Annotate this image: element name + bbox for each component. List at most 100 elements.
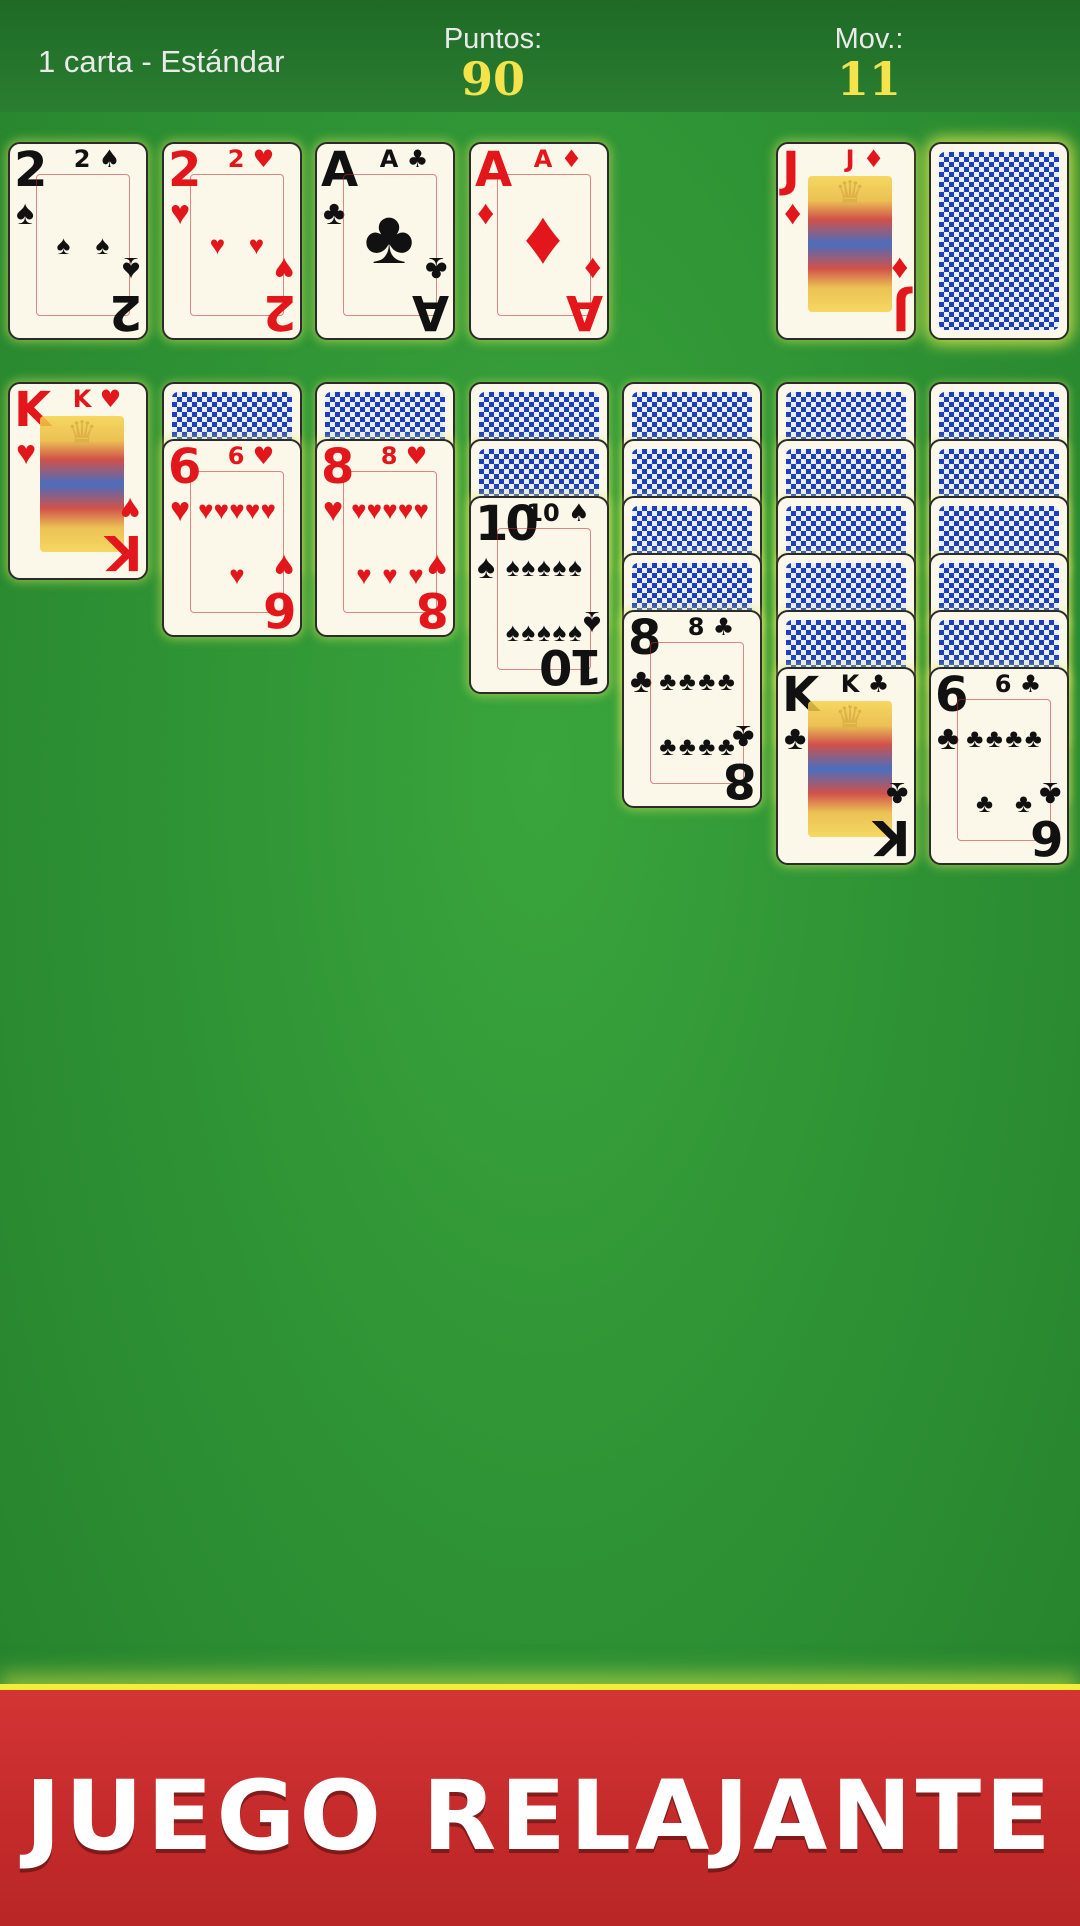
card-rank-bottom: 10 [542,638,603,694]
card-suit-icon: ♣ [784,719,807,757]
promo-banner: JUEGO RELAJANTE [0,1684,1080,1926]
card-corner-label: A ♦ [533,145,583,173]
card-suit-icon: ♠ [477,548,496,586]
foundation-card[interactable]: A ♣ A ♣ ♣ A ♣ [315,142,455,340]
pip-icon: ♣ [659,730,677,761]
card-rank-bottom: 2 [111,284,142,340]
card-rank: J [782,142,800,198]
pip-icon: ♥ [229,494,245,525]
moves-display: Mov.: 11 [769,22,969,102]
tableau-card[interactable]: K ♥ K ♥ ♛ K ♥ [8,382,148,580]
score-display: Puntos: 90 [393,22,593,102]
tableau-card[interactable]: 8 ♣ 8 ♣ ♣ ♣ ♣ ♣ ♣ ♣ ♣ ♣ 8 ♣ [622,610,762,808]
card-rank-bottom: A [568,284,603,340]
pip-icon: ♥ [244,494,261,525]
card-suit-icon: ♦ [784,194,802,232]
pip-icon: ♥ [397,494,414,525]
card-corner-label: 6 ♥ [227,442,275,470]
card-center-suit-icon: ♦ [523,195,563,280]
tableau-card[interactable]: 10 ♠ 10 ♠ ♠ ♠ ♠ ♠ ♠ ♠ ♠ ♠ ♠ ♠ 10 ♠ [469,496,609,694]
card-suit-bottom-icon: ♠ [582,604,601,642]
card-pips: ♥ ♥ ♥ ♥ ♥ ♥ [198,477,276,607]
score-label: Puntos: [443,23,543,55]
card-suit-icon: ♦ [477,194,495,232]
card-suit-icon: ♣ [937,719,960,757]
pip-icon: ♠ [56,230,71,260]
pip-icon: ♣ [1014,787,1033,818]
card-suit-bottom-icon: ♣ [424,250,447,288]
banner-text: JUEGO RELAJANTE [25,1760,1055,1872]
foundation-card[interactable]: 2 ♠ 2 ♠ ♠ ♠ 2 ♠ [8,142,148,340]
pip-icon: ♥ [229,559,245,590]
card-pips: ♥ ♥ ♥ ♥ ♥ ♥ ♥ ♥ [351,477,429,607]
tableau-card[interactable]: 8 ♥ 8 ♥ ♥ ♥ ♥ ♥ ♥ ♥ ♥ ♥ 8 ♥ [315,439,455,637]
stock-pile[interactable] [929,142,1069,340]
court-figure-icon: ♛ [808,175,892,312]
pip-icon: ♥ [413,494,429,525]
card-rank-bottom: 6 [265,581,296,637]
pip-icon: ♣ [1005,722,1023,753]
card-pips: ♣ ♣ ♣ ♣ ♣ ♣ [965,705,1043,835]
pip-icon: ♥ [248,230,265,260]
card-suit-bottom-icon: ♠ [121,250,140,288]
tableau-card[interactable]: K ♣ K ♣ ♛ K ♣ [776,667,916,865]
tableau-card[interactable]: 6 ♥ 6 ♥ ♥ ♥ ♥ ♥ ♥ ♥ 6 ♥ [162,439,302,637]
pip-icon: ♣ [678,665,696,696]
top-bar: 1 carta - Estándar Puntos: 90 Mov.: 11 [0,0,1080,112]
foundation-card[interactable]: A ♦ A ♦ ♦ A ♦ [469,142,609,340]
pip-icon: ♣ [678,730,696,761]
card-suit-icon: ♣ [323,194,346,232]
pip-icon: ♣ [698,665,716,696]
card-suit-icon: ♥ [16,434,37,472]
game-mode-label: 1 carta - Estándar [38,44,285,79]
card-rank-bottom: 8 [418,581,449,637]
card-suit-bottom-icon: ♣ [885,775,908,813]
card-suit-icon: ♥ [170,194,191,232]
card-suit-bottom-icon: ♣ [731,718,754,756]
pip-icon: ♥ [209,230,226,260]
crown-icon: ♛ [66,415,98,453]
card-corner-label: A ♣ [379,145,429,173]
waste-card[interactable]: J ♦ J ♦ ♛ J ♦ [776,142,916,340]
card-corner-label: K ♣ [840,670,890,698]
pip-icon: ♣ [698,730,716,761]
pip-icon: ♥ [351,494,367,525]
pip-icon: ♥ [366,494,383,525]
pip-icon: ♠ [521,616,536,647]
pip-icon: ♥ [356,559,372,590]
card-center-suit-icon: ♣ [364,195,414,280]
tableau-card[interactable]: 6 ♣ 6 ♣ ♣ ♣ ♣ ♣ ♣ ♣ 6 ♣ [929,667,1069,865]
pip-icon: ♠ [505,616,520,647]
pip-icon: ♥ [213,494,230,525]
crown-icon: ♛ [834,175,866,213]
card-rank-bottom: K [107,524,142,580]
pip-icon: ♥ [382,494,398,525]
card-pips: ♥ ♥ [198,180,276,310]
pip-icon: ♠ [505,551,520,582]
score-value: 90 [460,52,525,106]
card-suit-icon: ♥ [323,491,344,529]
card-rank-bottom: 2 [265,284,296,340]
foundation-card[interactable]: 2 ♥ 2 ♥ ♥ ♥ 2 ♥ [162,142,302,340]
pip-icon: ♣ [1024,722,1042,753]
pip-icon: ♣ [966,722,984,753]
pip-icon: ♣ [659,665,677,696]
card-corner-label: J ♦ [845,145,885,173]
card-suit-bottom-icon: ♥ [273,547,294,585]
card-corner-label: 10 ♠ [526,499,590,527]
card-corner-label: K ♥ [72,385,122,413]
pip-icon: ♣ [975,787,994,818]
card-suit-icon: ♥ [170,491,191,529]
card-suit-bottom-icon: ♥ [119,490,140,528]
card-rank-bottom: 8 [725,752,756,808]
pip-icon: ♠ [568,551,583,582]
pip-icon: ♣ [717,665,735,696]
card-corner-label: 8 ♣ [687,613,735,641]
card-corner-label: 2 ♥ [227,145,275,173]
card-rank-bottom: K [875,809,910,865]
pip-icon: ♠ [95,230,110,260]
card-corner-label: 8 ♥ [380,442,428,470]
card-pips: ♠ ♠ [44,180,122,310]
pip-icon: ♠ [537,551,551,582]
pip-icon: ♥ [198,494,214,525]
